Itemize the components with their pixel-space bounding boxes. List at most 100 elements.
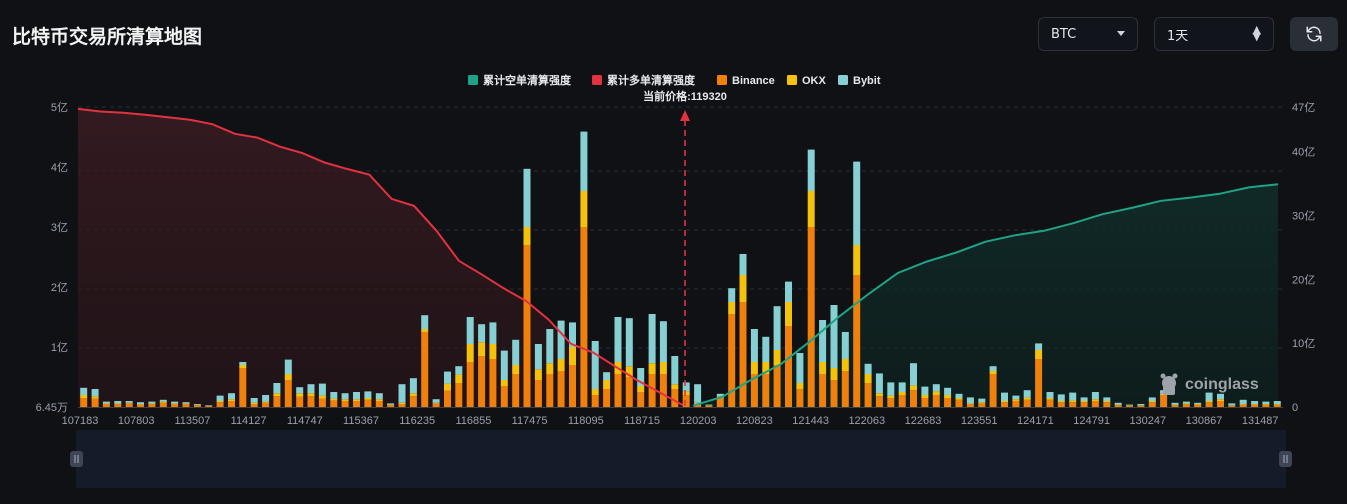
bar-binance <box>1080 402 1088 407</box>
bar-binance <box>682 395 690 407</box>
zoom-slider-track[interactable] <box>76 430 1286 488</box>
x-axis: 107183 107803 113507 114127 114747 115367 1162… <box>62 415 1279 427</box>
y-right-tick: 47亿 <box>1292 101 1315 114</box>
bar-okx <box>944 395 952 398</box>
zoom-handle-right[interactable] <box>1279 451 1292 467</box>
bar-bybit <box>1046 392 1054 398</box>
bar-okx <box>296 393 304 397</box>
bar-bybit <box>1251 401 1259 404</box>
bar-okx <box>262 401 270 403</box>
bar-binance <box>330 400 338 407</box>
bar-okx <box>1091 399 1099 401</box>
bar-binance <box>569 365 576 407</box>
bar-bybit <box>1182 401 1190 404</box>
bar-binance <box>546 374 554 407</box>
bar-binance <box>159 402 167 407</box>
bar-bybit <box>1035 343 1043 350</box>
bar-okx <box>785 302 792 326</box>
bar-bybit <box>625 318 633 367</box>
bar-binance <box>375 401 383 407</box>
bar-bybit <box>523 168 531 227</box>
bar-binance <box>841 371 849 407</box>
bar-okx <box>659 362 667 374</box>
bar-binance <box>125 403 133 407</box>
liquidation-chart: 当前价格:119320 累计空单清算强度 累计多单清算强度 Binance OKX By… <box>36 73 1315 488</box>
bar-okx <box>148 403 156 404</box>
bar-bybit <box>682 382 690 392</box>
bar-okx <box>1251 404 1259 405</box>
zoom-handle-left[interactable] <box>70 451 83 467</box>
bar-binance <box>603 389 611 407</box>
bar-binance <box>148 404 156 407</box>
bar-okx <box>478 342 486 356</box>
bar-binance <box>80 398 88 407</box>
bar-binance <box>557 371 565 407</box>
bar-binance <box>819 374 827 407</box>
bar-okx <box>91 396 99 399</box>
bar-binance <box>102 404 110 407</box>
bar-binance <box>659 374 667 407</box>
bar-binance <box>489 359 497 407</box>
bar-bybit <box>398 384 406 403</box>
bar-bybit <box>125 401 133 403</box>
bar-binance <box>534 380 542 407</box>
bar-okx <box>728 302 736 314</box>
bar-bybit <box>432 399 440 403</box>
bar-bybit <box>989 366 997 371</box>
bar-okx <box>341 399 349 401</box>
x-tick-label: 123551 <box>961 415 998 427</box>
bar-binance <box>637 392 645 407</box>
bar-bybit <box>273 383 281 394</box>
bar-okx <box>1012 399 1020 401</box>
legend-swatch <box>592 75 602 85</box>
y-left-tick: 4亿 <box>51 161 68 174</box>
bar-binance <box>1171 405 1179 407</box>
x-tick-label: 124791 <box>1073 415 1110 427</box>
bar-binance <box>409 396 417 407</box>
bar-bybit <box>978 398 986 403</box>
x-tick-label: 118095 <box>568 415 604 427</box>
bar-bybit <box>1091 392 1099 400</box>
bar-binance <box>1194 404 1202 407</box>
bar-okx <box>1103 401 1111 403</box>
bar-binance <box>137 404 144 407</box>
bar-bybit <box>228 393 235 400</box>
bar-binance <box>387 405 395 407</box>
bar-bybit <box>478 324 486 343</box>
bar-binance <box>284 380 292 407</box>
bar-okx <box>887 395 895 398</box>
bar-binance <box>171 404 179 407</box>
bar-binance <box>785 326 792 407</box>
y-axis-left: 6.45万 1亿 2亿 3亿 4亿 5亿 <box>36 101 68 414</box>
bar-binance <box>1217 401 1224 407</box>
bar-binance <box>1012 401 1020 407</box>
bar-okx <box>489 344 497 359</box>
bar-bybit <box>864 363 872 374</box>
bar-binance <box>830 380 838 407</box>
bar-bybit <box>739 254 747 275</box>
x-tick-label: 121443 <box>792 415 829 427</box>
bar-okx <box>591 389 599 395</box>
y-right-tick: 0 <box>1292 402 1298 414</box>
current-price-arrow <box>680 110 690 121</box>
bar-okx <box>398 402 406 404</box>
bar-binance <box>1137 405 1145 407</box>
bar-okx <box>1080 401 1088 403</box>
bar-binance <box>273 396 281 407</box>
bar-okx <box>1182 403 1190 404</box>
x-tick-label: 122063 <box>848 415 885 427</box>
bar-bybit <box>171 401 179 404</box>
bar-bybit <box>1273 401 1281 404</box>
bar-bybit <box>841 332 849 359</box>
bar-bybit <box>694 384 702 403</box>
bar-binance <box>705 405 713 407</box>
bar-okx <box>364 398 372 400</box>
bar-bybit <box>455 366 463 375</box>
bar-okx <box>1262 404 1270 405</box>
bar-binance <box>228 401 235 407</box>
bar-binance <box>1273 404 1281 407</box>
bar-bybit <box>1171 402 1179 405</box>
bar-okx <box>102 403 110 404</box>
bar-bybit <box>500 350 508 380</box>
bar-bybit <box>546 329 554 364</box>
